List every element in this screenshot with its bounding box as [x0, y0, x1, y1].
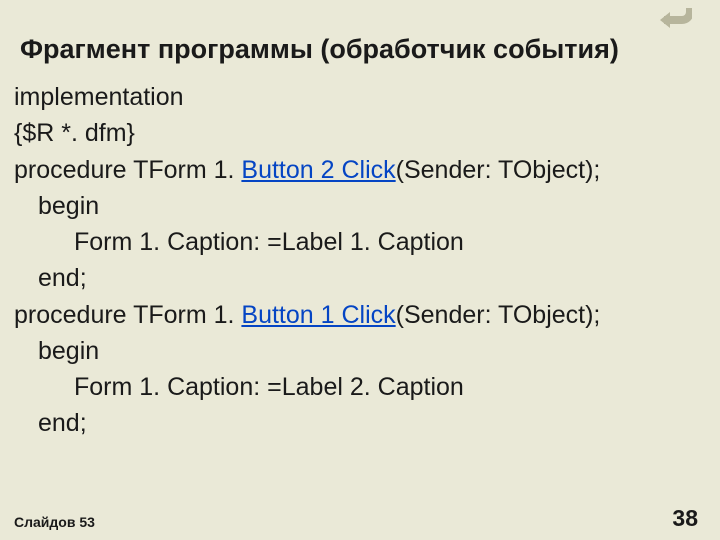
code-line: Form 1. Caption: =Label 1. Caption [14, 224, 706, 260]
code-line: procedure TForm 1. Button 2 Click(Sender… [14, 152, 706, 188]
code-line: begin [14, 333, 706, 369]
page-number: 38 [672, 505, 698, 532]
code-link: Button 1 Click [241, 301, 395, 329]
slide-count: Слайдов 53 [14, 514, 95, 530]
code-line: Form 1. Caption: =Label 2. Caption [14, 369, 706, 405]
return-icon[interactable] [658, 6, 692, 34]
code-line: end; [14, 405, 706, 441]
slide-title: Фрагмент программы (обработчик события) [0, 0, 720, 79]
code-link: Button 2 Click [241, 156, 395, 184]
code-line: procedure TForm 1. Button 1 Click(Sender… [14, 297, 706, 333]
code-line: end; [14, 260, 706, 296]
code-line: begin [14, 188, 706, 224]
code-line: {$R *. dfm} [14, 115, 706, 151]
code-block: implementation {$R *. dfm} procedure TFo… [0, 79, 720, 442]
code-line: implementation [14, 79, 706, 115]
